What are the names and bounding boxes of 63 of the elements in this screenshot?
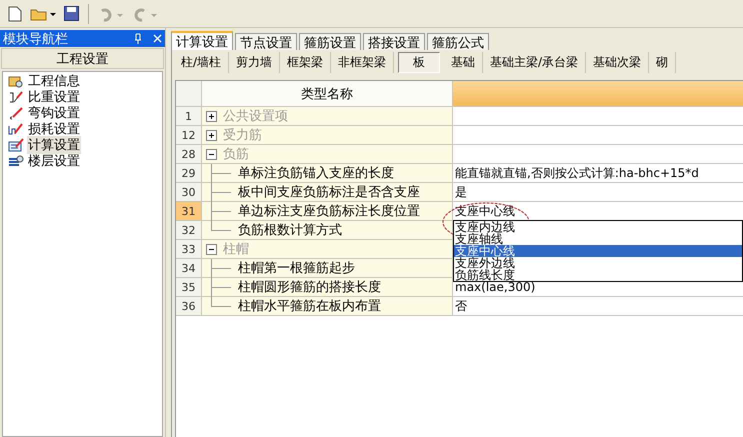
expander-button[interactable] [206,244,217,254]
setting-name: 单标注负筋锚入支座的长度 [238,165,394,182]
category-tab[interactable]: 框架梁 [280,52,332,73]
expander-button[interactable] [206,110,217,122]
tab[interactable]: 计算设置 [171,31,233,50]
setting-name: 负筋根数计算方式 [238,222,342,239]
close-icon[interactable] [153,34,162,43]
pencil-icon [8,90,24,104]
row-number: 29 [176,164,202,182]
expander-button[interactable] [206,130,217,140]
tab[interactable]: 节点设置 [235,33,297,50]
setting-name: 柱帽第一根箍筋起步 [238,260,355,277]
group-label: 公共设置项 [223,108,288,125]
row-number: 34 [176,259,202,277]
row-number: 31 [176,202,202,220]
category-tab[interactable]: 非框架梁 [331,52,394,73]
group-label: 柱帽 [223,241,249,258]
category-tab[interactable]: 基础 [444,52,484,73]
row-number: 28 [176,145,202,163]
category-tab[interactable]: 基础主梁/承台梁 [483,52,586,73]
folder-search-icon [8,74,24,88]
nav-item[interactable]: 计算设置 [27,136,81,154]
setting-name: 单边标注支座负筋标注长度位置 [238,203,420,220]
pencil-icon [8,106,24,120]
setting-name: 柱帽圆形箍筋的搭接长度 [238,279,381,296]
nav-item[interactable]: 楼层设置 [27,152,81,170]
nav-item[interactable]: 工程信息 [27,72,81,90]
setting-name: 板中间支座负筋标注是否含支座 [238,184,420,201]
row-number: 35 [176,278,202,296]
layers-icon [8,154,24,168]
setting-value: 能直锚就直锚,否则按公式计算:ha-bhc+15*d [455,164,699,182]
section-button[interactable]: 工程设置 [1,48,164,69]
tab[interactable]: 搭接设置 [363,33,425,50]
setting-value: 是 [455,184,467,200]
tab[interactable]: 箍筋公式 [427,33,489,50]
row-number: 36 [176,297,202,315]
tab[interactable]: 箍筋设置 [299,33,361,50]
notepad-pencil-icon [8,138,24,152]
category-tab[interactable]: 剪力墙 [229,52,280,73]
expander-button[interactable] [206,148,217,160]
category-tab[interactable]: 砌 [649,52,676,73]
row-number: 30 [176,183,202,201]
group-label: 负筋 [223,146,249,163]
panel-title: 模块导航栏 [3,30,69,48]
setting-value: 支座中心线 [455,202,515,220]
nav-item[interactable]: 弯钩设置 [27,104,81,122]
row-number: 32 [176,221,202,239]
row-number: 12 [176,126,202,144]
pencil-icon [8,122,24,136]
group-label: 受力筋 [223,127,262,144]
nav-item[interactable]: 损耗设置 [27,120,81,138]
column-header: 类型名称 [202,81,453,106]
category-tab[interactable]: 基础次梁 [586,52,650,73]
category-tab[interactable]: 柱/墙柱 [174,52,230,73]
setting-value: 否 [455,298,467,314]
setting-value: max(lae,300) [455,280,536,294]
category-tab[interactable]: 板 [398,52,440,73]
nav-item[interactable]: 比重设置 [27,88,81,106]
row-number: 33 [176,240,202,258]
setting-name: 柱帽水平箍筋在板内布置 [238,298,381,315]
row-number: 1 [176,107,202,125]
pin-icon[interactable] [133,33,143,44]
dropdown-option[interactable]: 支座中心线 [454,245,742,257]
